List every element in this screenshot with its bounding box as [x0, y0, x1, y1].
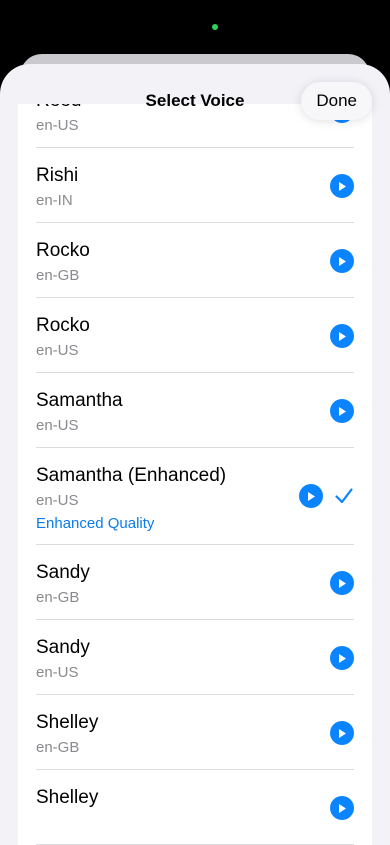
voice-locale: en-US — [36, 417, 79, 434]
play-preview-button[interactable] — [330, 324, 354, 348]
voice-name: Samantha — [36, 390, 123, 411]
voice-name: Sandy — [36, 637, 90, 658]
play-icon — [339, 181, 346, 191]
play-preview-button[interactable] — [330, 571, 354, 595]
voice-locale: en-GB — [36, 739, 80, 756]
voice-name: Rocko — [36, 240, 90, 261]
play-preview-button[interactable] — [330, 646, 354, 670]
camera-indicator-dot — [212, 24, 218, 30]
voice-name: Shelley — [36, 787, 99, 808]
voice-row-rocko-en-us[interactable]: Rocko en-US — [18, 298, 372, 373]
play-preview-button[interactable] — [330, 796, 354, 820]
play-preview-button[interactable] — [330, 399, 354, 423]
voice-row-sandy-en-gb[interactable]: Sandy en-GB — [18, 545, 372, 620]
voice-row-shelley[interactable]: Shelley — [18, 770, 372, 845]
voice-row-sandy-en-us[interactable]: Sandy en-US — [18, 620, 372, 695]
voice-name: Shelley — [36, 712, 99, 733]
play-preview-button[interactable] — [330, 174, 354, 198]
enhanced-quality-label: Enhanced Quality — [36, 515, 155, 532]
done-button[interactable]: Done — [301, 82, 372, 120]
voice-locale: en-GB — [36, 267, 80, 284]
navigation-bar: Select Voice Done — [0, 64, 390, 130]
play-preview-button[interactable] — [299, 484, 323, 508]
play-icon — [339, 653, 346, 663]
voice-locale: en-GB — [36, 589, 80, 606]
play-icon — [339, 578, 346, 588]
select-voice-sheet: Select Voice Done Reed en-US Rishi en-IN… — [0, 64, 390, 845]
voice-name: Samantha (Enhanced) — [36, 465, 227, 486]
voice-row-samantha-enhanced-en-us[interactable]: Samantha (Enhanced) en-US Enhanced Quali… — [18, 448, 372, 545]
voice-row-samantha-en-us[interactable]: Samantha en-US — [18, 373, 372, 448]
play-icon — [339, 803, 346, 813]
voice-locale: en-US — [36, 664, 79, 681]
voice-list: Reed en-US Rishi en-IN Rocko en-GB — [18, 104, 372, 845]
play-icon — [308, 491, 315, 501]
voice-name: Rishi — [36, 165, 79, 186]
play-icon — [339, 256, 346, 266]
voice-name: Rocko — [36, 315, 90, 336]
voice-row-rishi-en-in[interactable]: Rishi en-IN — [18, 148, 372, 223]
play-preview-button[interactable] — [330, 721, 354, 745]
checkmark-icon — [335, 488, 353, 504]
voice-locale: en-IN — [36, 192, 73, 209]
voice-row-rocko-en-gb[interactable]: Rocko en-GB — [18, 223, 372, 298]
voice-name: Sandy — [36, 562, 90, 583]
voice-locale: en-US — [36, 492, 79, 509]
play-preview-button[interactable] — [330, 249, 354, 273]
play-icon — [339, 331, 346, 341]
play-icon — [339, 406, 346, 416]
voice-locale: en-US — [36, 342, 79, 359]
play-icon — [339, 728, 346, 738]
voice-row-shelley-en-gb[interactable]: Shelley en-GB — [18, 695, 372, 770]
